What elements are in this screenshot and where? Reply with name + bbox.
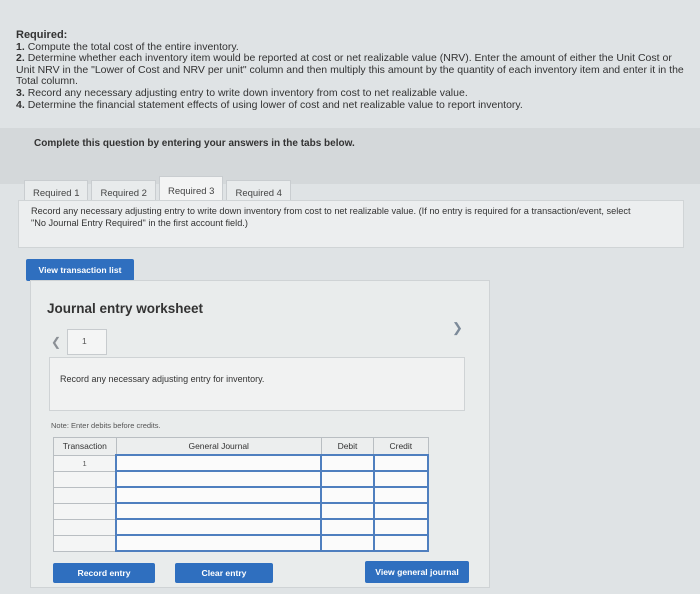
- requirement-item: 2. Determine whether each inventory item…: [16, 52, 688, 88]
- table-row: [53, 534, 430, 552]
- chevron-left-icon[interactable]: ❮: [51, 335, 67, 349]
- credit-field[interactable]: [372, 470, 430, 488]
- requirement-text: Compute the total cost of the entire inv…: [27, 40, 239, 53]
- debit-field[interactable]: [320, 534, 375, 552]
- table-row: [53, 518, 430, 536]
- table-row: [53, 502, 430, 520]
- debit-field[interactable]: [320, 470, 375, 488]
- credit-field[interactable]: [372, 518, 430, 536]
- credit-field[interactable]: [372, 486, 430, 504]
- debit-field[interactable]: [320, 518, 375, 536]
- worksheet-title: Journal entry worksheet: [47, 301, 204, 316]
- column-header-debit: Debit: [320, 437, 375, 456]
- debit-field[interactable]: [320, 486, 375, 504]
- transaction-cell: [53, 534, 117, 552]
- account-field[interactable]: [115, 534, 323, 552]
- page-number[interactable]: 1: [67, 329, 107, 355]
- table-row: [53, 486, 430, 504]
- transaction-cell: [53, 470, 117, 488]
- requirement-item: 4. Determine the financial statement eff…: [16, 98, 688, 112]
- table-row: [53, 470, 430, 488]
- requirement-number: 1.: [16, 40, 25, 53]
- instruction-text: Record any necessary adjusting entry to …: [31, 206, 631, 228]
- account-field[interactable]: [115, 470, 323, 488]
- requirement-number: 4.: [16, 98, 25, 111]
- account-field[interactable]: [115, 454, 323, 472]
- entry-pager: ❮ 1: [51, 329, 107, 355]
- complete-prompt: Complete this question by entering your …: [34, 138, 355, 149]
- transaction-cell: 1: [53, 454, 117, 472]
- transaction-cell: [53, 502, 117, 520]
- view-general-journal-button[interactable]: View general journal: [365, 561, 469, 583]
- requirement-text: Record any necessary adjusting entry to …: [27, 86, 468, 99]
- journal-entry-table: Transaction General Journal Debit Credit…: [53, 437, 430, 552]
- column-header-credit: Credit: [373, 437, 429, 456]
- entry-description: Record any necessary adjusting entry for…: [60, 374, 265, 384]
- credit-field[interactable]: [372, 454, 430, 472]
- debit-field[interactable]: [320, 502, 375, 520]
- clear-entry-button[interactable]: Clear entry: [175, 563, 273, 583]
- requirement-number: 2.: [16, 52, 25, 65]
- view-transaction-list-button[interactable]: View transaction list: [26, 259, 134, 281]
- chevron-right-icon[interactable]: ❯: [452, 320, 463, 336]
- tab-content: Record any necessary adjusting entry to …: [18, 200, 684, 248]
- account-field[interactable]: [115, 486, 323, 504]
- journal-entry-worksheet: Journal entry worksheet ❮ 1 Record any n…: [30, 280, 490, 588]
- table-row: 1: [53, 454, 430, 472]
- column-header-general-journal: General Journal: [115, 437, 322, 456]
- record-entry-button[interactable]: Record entry: [53, 563, 155, 583]
- column-header-transaction: Transaction: [53, 437, 117, 456]
- transaction-cell: [53, 518, 117, 536]
- requirements-block: Required: 1. Compute the total cost of t…: [16, 29, 688, 112]
- account-field[interactable]: [115, 502, 323, 520]
- debits-credits-note: Note: Enter debits before credits.: [51, 421, 161, 430]
- transaction-cell: [53, 486, 117, 504]
- debit-field[interactable]: [320, 454, 375, 472]
- credit-field[interactable]: [372, 534, 430, 552]
- requirement-text: Determine the financial statement effect…: [27, 98, 523, 111]
- requirement-text: Determine whether each inventory item wo…: [16, 52, 684, 88]
- entry-description-box: Record any necessary adjusting entry for…: [49, 357, 465, 411]
- credit-field[interactable]: [372, 502, 430, 520]
- requirement-number: 3.: [16, 86, 25, 99]
- account-field[interactable]: [115, 518, 323, 536]
